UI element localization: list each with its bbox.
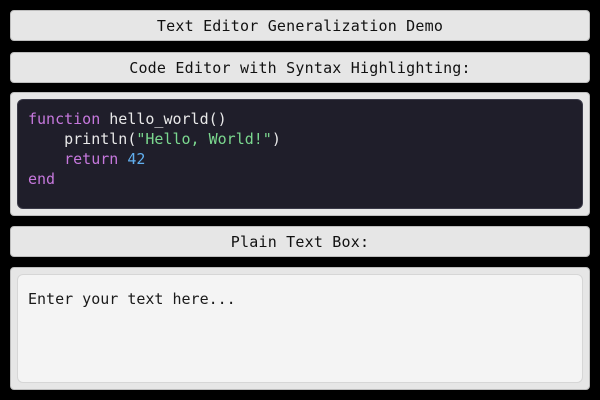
app-title: Text Editor Generalization Demo xyxy=(156,16,444,35)
plain-text-label-bar: Plain Text Box: xyxy=(10,226,590,257)
title-bar: Text Editor Generalization Demo xyxy=(10,10,590,41)
code-token-plain: hello_world() xyxy=(100,110,227,128)
code-editor-frame: function hello_world() println("Hello, W… xyxy=(10,92,590,216)
code-token-string: "Hello, World!" xyxy=(136,130,272,148)
code-line: function hello_world() xyxy=(28,109,572,129)
code-editor-label-bar: Code Editor with Syntax Highlighting: xyxy=(10,52,590,83)
code-line: println("Hello, World!") xyxy=(28,129,572,149)
code-token-keyword: return xyxy=(64,150,119,168)
code-token-keyword: function xyxy=(28,110,101,128)
code-token-keyword: end xyxy=(28,170,56,188)
plain-text-frame xyxy=(10,267,590,390)
code-token-plain: ) xyxy=(271,130,281,148)
code-line: return 42 xyxy=(28,149,572,169)
code-line: end xyxy=(28,169,572,189)
code-token-plain: println( xyxy=(28,130,137,148)
code-editor[interactable]: function hello_world() println("Hello, W… xyxy=(17,99,583,209)
plain-text-label: Plain Text Box: xyxy=(230,232,370,251)
plain-text-input[interactable] xyxy=(17,274,583,383)
code-editor-label: Code Editor with Syntax Highlighting: xyxy=(129,58,471,77)
code-token-number: 42 xyxy=(127,150,146,168)
